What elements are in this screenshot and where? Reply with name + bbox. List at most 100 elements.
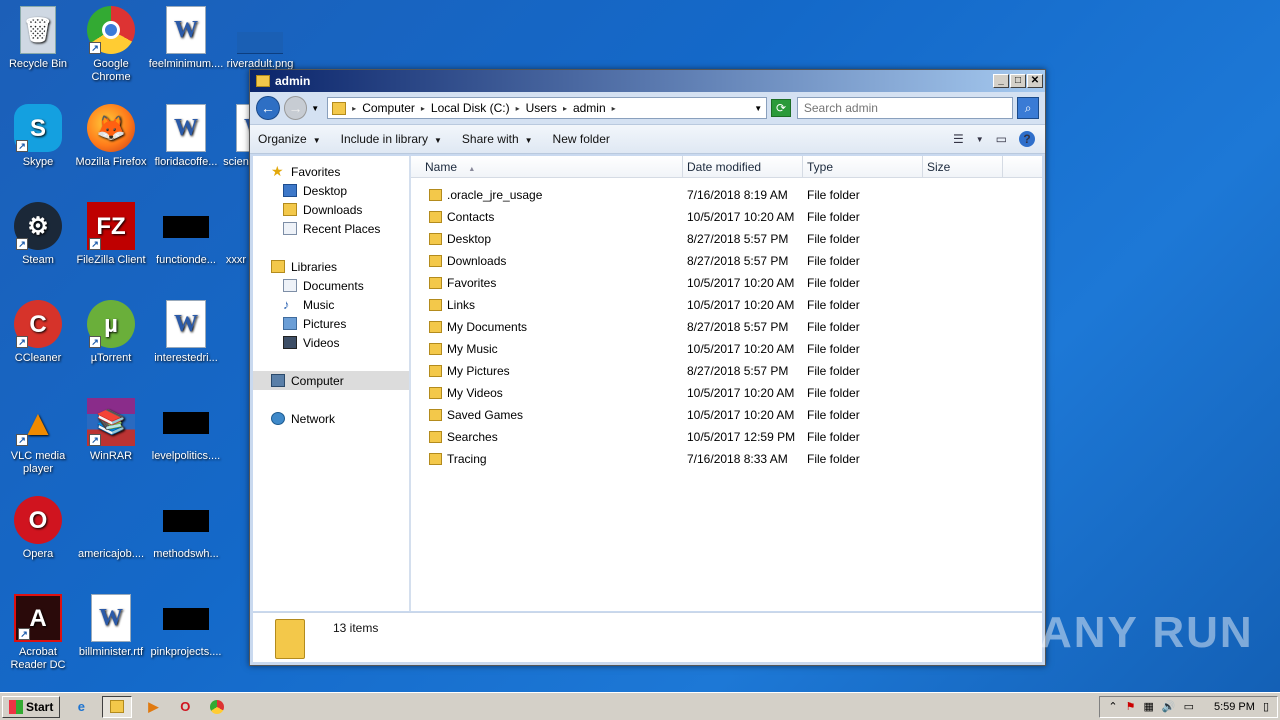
show-hidden-icons-icon[interactable]: ⌃ (1108, 700, 1117, 713)
nav-documents[interactable]: Documents (253, 276, 409, 295)
file-row[interactable]: .oracle_jre_usage 7/16/2018 8:19 AM File f… (411, 184, 1042, 206)
file-row[interactable]: Downloads 8/27/2018 5:57 PM File folder (411, 250, 1042, 272)
recent-pages-chevron-icon[interactable]: ▼ (311, 104, 319, 113)
file-row[interactable]: Tracing 7/16/2018 8:33 AM File folder (411, 448, 1042, 470)
nav-recent-places[interactable]: Recent Places (253, 219, 409, 238)
desktop-icon-levelpolitics[interactable]: levelpolitics.... (148, 398, 224, 463)
file-row[interactable]: My Music 10/5/2017 10:20 AM File folder (411, 338, 1042, 360)
file-date: 7/16/2018 8:33 AM (687, 452, 788, 466)
desktop-icon-billminister[interactable]: W billminister.rtf (73, 594, 149, 659)
column-date-modified[interactable]: Date modified (683, 156, 803, 177)
desktop-icon-label: xxxr (225, 254, 247, 266)
desktop-icon-scien[interactable]: W scien (222, 104, 250, 169)
desktop-icon-riveradult[interactable]: riveradult.png (222, 6, 298, 71)
nav-music[interactable]: ♪ Music (253, 295, 409, 314)
taskbar-ie-icon[interactable]: e (70, 696, 92, 718)
nav-network[interactable]: Network (253, 409, 409, 428)
nav-libraries[interactable]: Libraries (253, 257, 409, 276)
file-row[interactable]: Searches 10/5/2017 12:59 PM File folder (411, 426, 1042, 448)
file-row[interactable]: Links 10/5/2017 10:20 AM File folder (411, 294, 1042, 316)
chevron-right-icon[interactable]: ▸ (612, 104, 616, 113)
desktop-icon-utorrent[interactable]: µ ↗ µTorrent (73, 300, 149, 365)
address-dropdown-icon[interactable]: ▼ (754, 104, 762, 113)
back-button[interactable]: ← (256, 96, 280, 120)
desktop-icon-methodswh[interactable]: methodswh... (148, 496, 224, 561)
nav-pictures[interactable]: Pictures (253, 314, 409, 333)
nav-computer[interactable]: Computer (253, 371, 409, 390)
file-row[interactable]: My Videos 10/5/2017 10:20 AM File folder (411, 382, 1042, 404)
desktop-icon-opera[interactable]: O Opera (0, 496, 76, 561)
desktop-icon-winrar[interactable]: 📚 ↗ WinRAR (73, 398, 149, 463)
organize-button[interactable]: Organize ▼ (258, 132, 321, 146)
desktop-icon-ccleaner[interactable]: C ↗ CCleaner (0, 300, 76, 365)
column-type[interactable]: Type (803, 156, 923, 177)
address-box[interactable]: ▸ Computer ▸ Local Disk (C:) ▸ Users ▸ a… (327, 97, 768, 119)
file-row[interactable]: Desktop 8/27/2018 5:57 PM File folder (411, 228, 1042, 250)
nav-favorites[interactable]: ★ Favorites (253, 162, 409, 181)
chevron-right-icon[interactable]: ▸ (563, 104, 567, 113)
desktop-icon-interestedri[interactable]: W interestedri... (148, 300, 224, 365)
network-tray-icon[interactable]: ▦ (1143, 700, 1153, 713)
breadcrumb-local-disk[interactable]: Local Disk (C:) (431, 101, 510, 115)
desktop-icon-acrobat[interactable]: A ↗ Acrobat Reader DC (0, 594, 76, 672)
desktop-icon-recycle-bin[interactable]: 🗑 Recycle Bin (0, 6, 76, 71)
display-icon[interactable]: ▭ (1184, 700, 1194, 713)
nav-downloads[interactable]: Downloads (253, 200, 409, 219)
change-view-icon[interactable]: ☰ (953, 132, 964, 146)
file-name-cell: Searches (411, 430, 683, 444)
taskbar-media-player-icon[interactable]: ▶ (142, 696, 164, 718)
breadcrumb-users[interactable]: Users (526, 101, 557, 115)
file-row[interactable]: My Documents 8/27/2018 5:57 PM File folder (411, 316, 1042, 338)
desktop-icon-pinkprojects[interactable]: pinkprojects.... (148, 594, 224, 659)
refresh-button[interactable]: ⟳ (771, 99, 791, 117)
desktop-icon-feelminimum[interactable]: W feelminimum.... (148, 6, 224, 71)
file-row[interactable]: Contacts 10/5/2017 10:20 AM File folder (411, 206, 1042, 228)
nav-desktop[interactable]: Desktop (253, 181, 409, 200)
help-icon[interactable]: ? (1019, 131, 1035, 147)
chevron-right-icon[interactable]: ▸ (421, 104, 425, 113)
share-with-button[interactable]: Share with ▼ (462, 132, 533, 146)
start-button[interactable]: Start (2, 695, 61, 718)
taskbar-explorer-icon[interactable] (102, 695, 133, 718)
file-row[interactable]: Saved Games 10/5/2017 10:20 AM File folder (411, 404, 1042, 426)
desktop-icon-floridacoffe[interactable]: W floridacoffe... (148, 104, 224, 169)
minimize-button[interactable]: _ (993, 74, 1009, 88)
nav-videos[interactable]: Videos (253, 333, 409, 352)
close-button[interactable]: ✕ (1027, 74, 1043, 88)
preview-pane-icon[interactable]: ▭ (996, 132, 1007, 146)
desktop-icon-chrome[interactable]: ↗ Google Chrome (73, 6, 149, 84)
desktop-icon-steam[interactable]: ⚙ ↗ Steam (0, 202, 76, 267)
title-bar[interactable]: admin _ □ ✕ (250, 70, 1045, 92)
column-size[interactable]: Size (923, 156, 1003, 177)
taskbar-opera-icon[interactable]: O (174, 696, 196, 718)
desktop-icon-functionde[interactable]: functionde... (148, 202, 224, 267)
volume-icon[interactable]: 🔊 (1162, 700, 1176, 713)
desktop-icon-label: americajob.... (77, 548, 145, 560)
chevron-right-icon[interactable]: ▸ (516, 104, 520, 113)
desktop-icon-label: Acrobat Reader DC (10, 646, 66, 671)
file-type: File folder (807, 408, 860, 422)
column-name[interactable]: Name ▲ (411, 156, 683, 177)
include-in-library-button[interactable]: Include in library ▼ (341, 132, 442, 146)
desktop-icon-skype[interactable]: S ↗ Skype (0, 104, 76, 169)
desktop-icon-americajob[interactable]: americajob.... (73, 496, 149, 561)
desktop-icon-xxxr[interactable]: xxxr (222, 202, 250, 267)
file-row[interactable]: My Pictures 8/27/2018 5:57 PM File folder (411, 360, 1042, 382)
desktop-icon-firefox[interactable]: 🦊 Mozilla Firefox (73, 104, 149, 169)
file-name-cell: Links (411, 298, 683, 312)
file-row[interactable]: Favorites 10/5/2017 10:20 AM File folder (411, 272, 1042, 294)
clock[interactable]: 5:59 PM (1214, 701, 1255, 713)
action-center-icon[interactable]: ⚑ (1126, 700, 1136, 713)
taskbar-chrome-icon[interactable] (206, 696, 228, 718)
more-options-chevron-icon[interactable]: ▼ (976, 135, 984, 144)
maximize-button[interactable]: □ (1010, 74, 1026, 88)
show-desktop-icon[interactable]: ▯ (1263, 700, 1269, 713)
breadcrumb-admin[interactable]: admin (573, 101, 606, 115)
desktop-icon-filezilla[interactable]: FZ ↗ FileZilla Client (73, 202, 149, 267)
desktop-icon-vlc[interactable]: ▲ ↗ VLC media player (0, 398, 76, 476)
new-folder-button[interactable]: New folder (553, 132, 610, 146)
search-button[interactable]: ⌕ (1017, 97, 1039, 119)
forward-button[interactable]: → (283, 96, 308, 120)
breadcrumb-computer[interactable]: Computer (362, 101, 415, 115)
search-input[interactable] (803, 101, 1013, 115)
